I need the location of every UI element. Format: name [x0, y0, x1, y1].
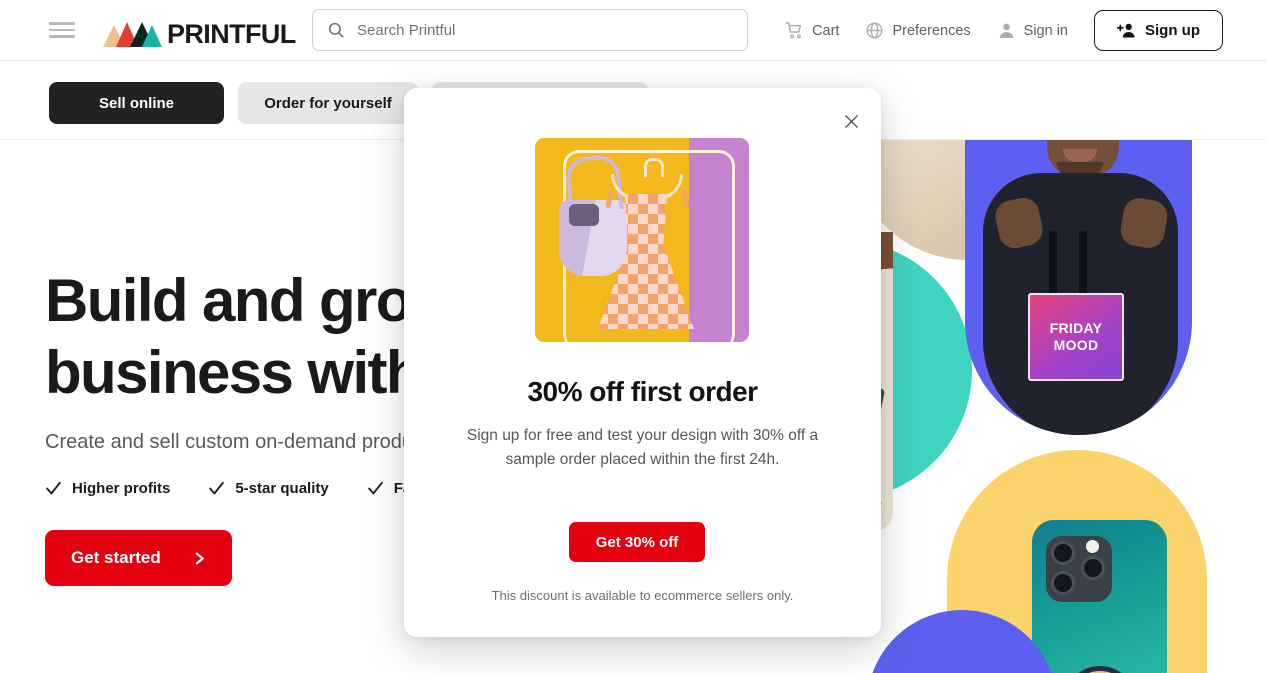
promo-disclaimer: This discount is available to ecommerce … [491, 588, 794, 603]
promo-title: 30% off first order [527, 376, 758, 407]
tote-bag [559, 200, 627, 276]
promo-body-text: Sign up for free and test your design wi… [466, 427, 819, 468]
promo-modal: 30% off first order Sign up for free and… [404, 88, 881, 637]
close-icon[interactable] [838, 108, 864, 134]
promo-modal-overlay: 30% off first order Sign up for free and… [0, 0, 1267, 673]
promo-product-image [535, 138, 749, 342]
get-discount-button[interactable]: Get 30% off [569, 522, 705, 562]
